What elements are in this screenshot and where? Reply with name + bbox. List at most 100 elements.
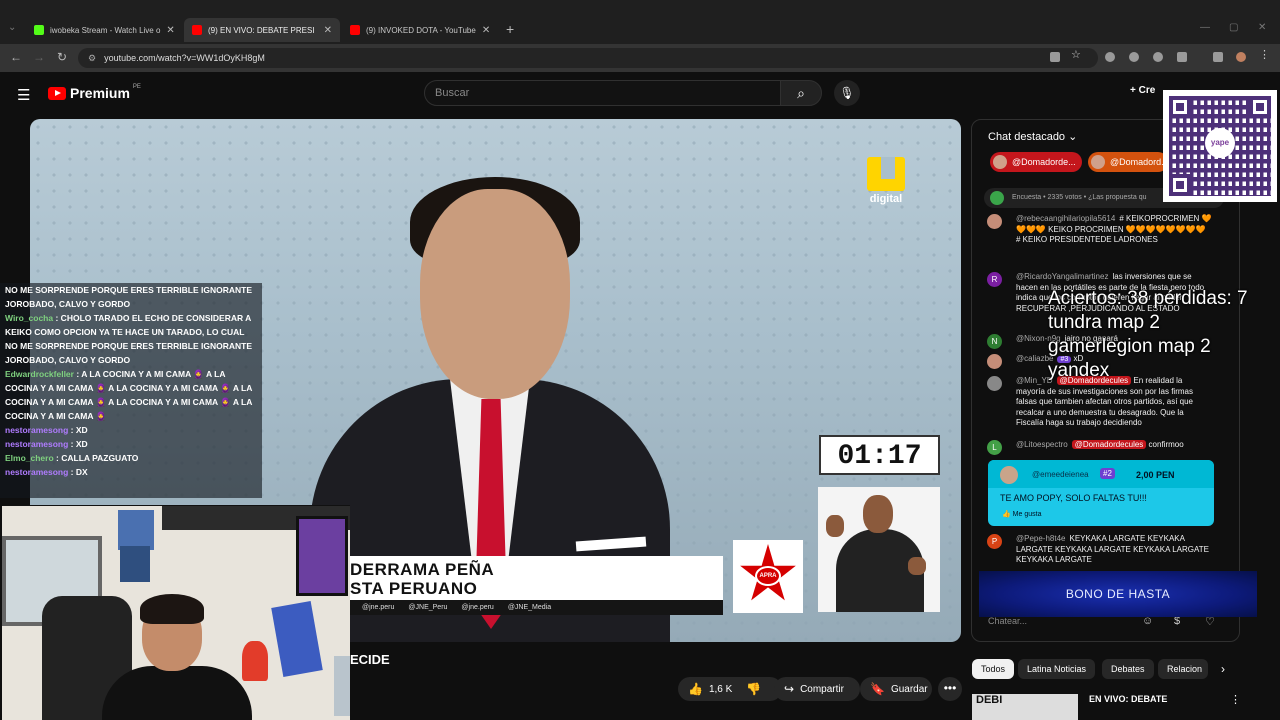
search-button[interactable]: ⌕: [780, 80, 822, 106]
extension-icon[interactable]: [1153, 52, 1163, 62]
more-vertical-icon[interactable]: ⋮: [1230, 693, 1241, 706]
like-count: 1,6 K: [708, 683, 733, 695]
lower-third-name: DERRAMA PEÑA: [350, 560, 495, 579]
youtube-handle: @JNE_Media: [507, 604, 552, 611]
avatar: [1000, 466, 1018, 484]
stats-line: tundra map 2: [1048, 312, 1160, 333]
pinned-message-chip[interactable]: @Domadorde...: [990, 152, 1082, 172]
chip-relacionados[interactable]: Relacion: [1158, 659, 1208, 679]
menu-icon[interactable]: ☰: [17, 86, 30, 104]
reload-icon[interactable]: ↻: [57, 50, 67, 64]
tab-close-icon[interactable]: ✕: [476, 25, 490, 36]
suggested-video-title[interactable]: EN VIVO: DEBATE: [1089, 694, 1167, 704]
voice-search-button[interactable]: 🎙: [834, 80, 860, 106]
tab-search-icon[interactable]: ⌄: [8, 22, 16, 33]
window-close-icon[interactable]: ✕: [1258, 22, 1266, 33]
tab-close-icon[interactable]: ✕: [160, 25, 174, 36]
extension-icon[interactable]: [1105, 52, 1115, 62]
tab-invoked-dota[interactable]: (9) INVOKED DOTA - YouTube ✕: [342, 18, 498, 42]
stream-chat-message: nestoramesong : XD: [5, 425, 88, 435]
microphone-icon: 🎙: [839, 86, 855, 100]
site-info-icon[interactable]: ⚙: [88, 53, 96, 64]
stream-chat-message: Wiro_cocha : CHOLO TARADO EL ECHO DE CON…: [5, 313, 252, 365]
create-button[interactable]: + Cre: [1130, 85, 1155, 96]
more-actions-button[interactable]: •••: [938, 677, 962, 701]
super-chat-card[interactable]: @emeedeienea #2 2,00 PEN TE AMO POPY, SO…: [988, 460, 1214, 526]
youtube-premium-logo[interactable]: Premium PE: [48, 84, 141, 101]
suggested-video-thumbnail[interactable]: DEBI: [972, 694, 1078, 720]
chat-author[interactable]: @Pepe-h8t4e: [1016, 534, 1066, 543]
super-chat-text: TE AMO POPY, SOLO FALTAS TU!!!: [1000, 493, 1147, 503]
avatar: R: [987, 272, 1002, 287]
address-bar[interactable]: ⚙ youtube.com/watch?v=WW1dOyKH8gM: [78, 48, 1098, 68]
chevron-right-icon[interactable]: ›: [1212, 659, 1234, 679]
like-icon[interactable]: 👍: [688, 682, 703, 696]
tab-close-icon[interactable]: ✕: [318, 25, 332, 36]
bookmark-icon: 🔖: [870, 682, 885, 696]
stream-chat-message: Edwardrockfeller : A LA COCINA Y A MI CA…: [5, 369, 253, 421]
browser-tab-bar: ⌄ iwobeka Stream - Watch Live o ✕ (9) EN…: [0, 0, 1280, 44]
video-title: ECIDE: [350, 652, 390, 667]
pinned-message-chip[interactable]: @Domadord...: [1088, 152, 1168, 172]
super-chat-like[interactable]: 👍 Me gusta: [1002, 510, 1041, 518]
forward-icon[interactable]: →: [33, 50, 45, 64]
stream-chat-message: NO ME SORPRENDE PORQUE ERES TERRIBLE IGN…: [5, 285, 252, 309]
avatar: L: [987, 440, 1002, 455]
stats-line: gamerlegion map 2: [1048, 336, 1211, 357]
cast-icon[interactable]: [1050, 52, 1060, 62]
stream-chat-user: Elmo_chero: [5, 453, 54, 463]
channel-watermark: digital: [867, 157, 905, 205]
youtube-favicon-icon: [192, 25, 202, 35]
chat-author[interactable]: @rebecaangihilariopila5614: [1016, 214, 1115, 223]
chat-mode-dropdown[interactable]: Chat destacado ⌄: [988, 130, 1077, 143]
lower-third-party: STA PERUANO: [350, 579, 478, 598]
mention-tag[interactable]: @Domadordecules: [1071, 440, 1147, 449]
party-logo: APRA: [733, 540, 803, 613]
profile-avatar[interactable]: [1236, 52, 1246, 62]
stream-chat-user: nestoramesong: [5, 439, 69, 449]
chip-debates[interactable]: Debates: [1102, 659, 1154, 679]
dislike-icon[interactable]: 👎: [746, 682, 761, 696]
extensions-puzzle-icon[interactable]: [1177, 52, 1187, 62]
more-horizontal-icon: •••: [943, 681, 957, 695]
new-tab-button[interactable]: +: [506, 21, 514, 37]
youtube-favicon-icon: [350, 25, 360, 35]
extension-icon[interactable]: [1129, 52, 1139, 62]
country-code: PE: [132, 84, 141, 90]
share-button[interactable]: ↪ Compartir: [774, 677, 860, 701]
media-controls-icon[interactable]: [1213, 52, 1223, 62]
url-text: youtube.com/watch?v=WW1dOyKH8gM: [104, 53, 265, 63]
chat-message: P @Pepe-h8t4e KEYKAKA LARGATE KEYKAKA LAR…: [982, 534, 1212, 566]
chat-message: L @Litoespectro @Domadordecules confirmoo: [982, 440, 1212, 455]
qr-pattern: yape: [1169, 96, 1271, 196]
tiktok-handle: @jne.peru: [461, 604, 494, 611]
back-icon[interactable]: ←: [10, 50, 22, 64]
tab-title: (9) INVOKED DOTA - YouTube: [366, 25, 476, 35]
stream-chat-message: nestoramesong : DX: [5, 467, 88, 477]
browser-menu-icon[interactable]: ⋮: [1259, 48, 1270, 61]
share-label: Compartir: [800, 683, 844, 695]
streamer-webcam: [2, 505, 350, 720]
chat-author[interactable]: @Litoespectro: [1016, 440, 1068, 449]
youtube-logo-icon: [48, 86, 66, 100]
chat-author[interactable]: @RicardoYangalimartinez: [1016, 272, 1108, 281]
tab-kick-stream[interactable]: iwobeka Stream - Watch Live o ✕: [26, 18, 182, 42]
instagram-handle: @jne.peru: [362, 604, 395, 611]
bookmark-star-icon[interactable]: ☆: [1071, 48, 1081, 61]
maximize-icon[interactable]: ▢: [1229, 22, 1238, 33]
kick-favicon-icon: [34, 25, 44, 35]
tab-debate-live[interactable]: (9) EN VIVO: DEBATE PRESI ✕: [184, 18, 340, 42]
browser-toolbar: ← → ↻ ⚙ youtube.com/watch?v=WW1dOyKH8gM …: [0, 44, 1280, 72]
save-button[interactable]: 🔖 Guardar: [860, 677, 932, 701]
create-label: Cre: [1138, 85, 1156, 96]
like-dislike-group[interactable]: 👍 1,6 K 👎: [678, 677, 782, 701]
stream-chat-user: Edwardrockfeller: [5, 369, 74, 379]
chat-input[interactable]: Chatear...: [988, 616, 1027, 626]
search-input[interactable]: Buscar: [424, 80, 781, 106]
save-label: Guardar: [890, 683, 928, 695]
chip-latina-noticias[interactable]: Latina Noticias: [1018, 659, 1096, 679]
minimize-icon[interactable]: —: [1200, 22, 1210, 33]
latina-logo-icon: [867, 157, 905, 191]
chip-todos[interactable]: Todos: [972, 659, 1015, 679]
chat-message: @rebecaangihilariopila5614 # KEIKOPROCRIM…: [982, 214, 1212, 246]
